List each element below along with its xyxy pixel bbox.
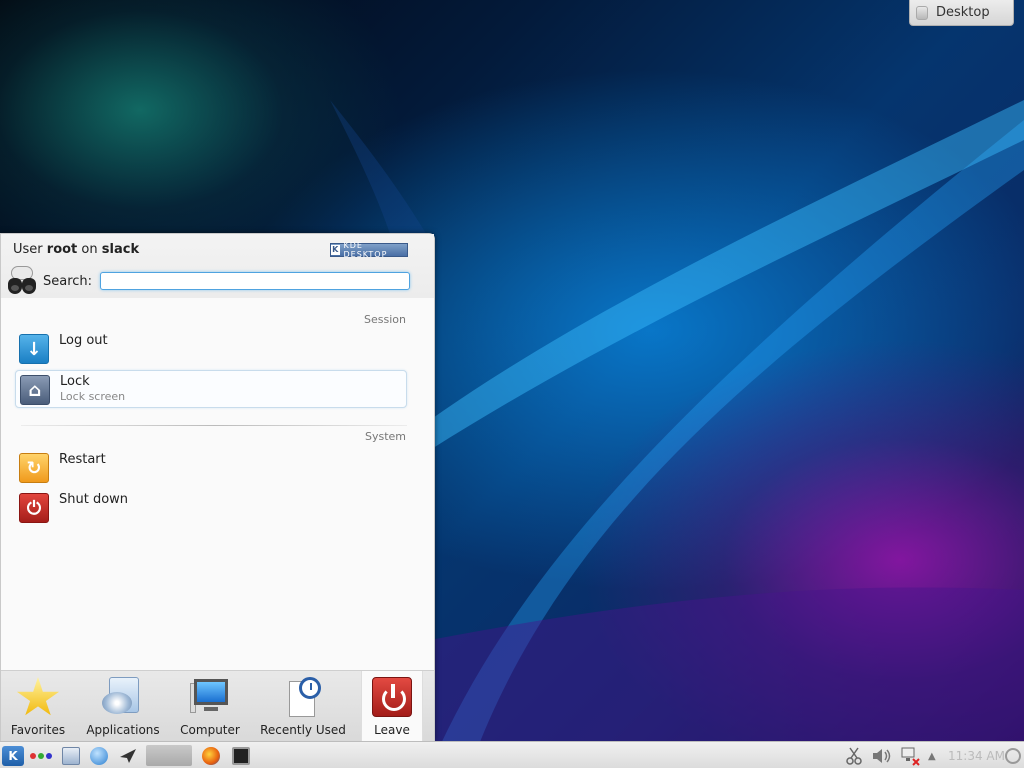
section-divider [21,425,407,426]
binoculars-icon [5,264,39,298]
search-label: Search: [43,273,93,289]
restart-icon: ↻ [19,453,49,483]
kde-menu-button[interactable]: K [2,746,24,766]
restart-title: Restart [59,452,106,467]
kde-logo-icon: K [331,245,341,255]
terminal-icon[interactable] [232,747,250,765]
tab-applications[interactable]: Applications [81,671,165,743]
tab-favorites-label: Favorites [10,723,66,737]
browser-globe-icon[interactable] [90,747,108,765]
desktop-label: Desktop [936,5,990,20]
firefox-icon[interactable] [202,747,220,765]
tab-favorites[interactable]: Favorites [5,671,71,743]
lock-subtitle: Lock screen [60,390,126,403]
network-disconnected-icon[interactable] [900,746,922,766]
activities-icon[interactable] [30,746,54,766]
tab-applications-label: Applications [86,723,160,737]
lock-item[interactable]: ⌂ Lock Lock screen [15,370,407,408]
section-title-session: Session [364,313,406,326]
scissors-icon[interactable] [846,746,862,766]
shutdown-title: Shut down [59,492,129,507]
send-icon[interactable] [119,748,137,764]
desktop-icon [916,5,928,20]
recent-documents-icon [281,677,325,719]
search-input[interactable] [100,272,411,290]
file-manager-icon[interactable] [62,747,80,765]
search-row: Search: [5,264,430,298]
tray-expand-arrow-icon[interactable]: ▲ [928,746,936,766]
panel-toolbox-icon[interactable] [1004,746,1022,766]
host-name: slack [101,242,140,257]
leave-panel: Session ↓ Log out ⌂ Lock Lock screen Sys… [1,298,434,670]
section-title-system: System [364,430,406,443]
kde-badge-text: KDE DESKTOP [343,241,388,259]
shutdown-icon: ⏻ [19,493,49,523]
kde-logo-badge: K KDE DESKTOP [330,241,408,259]
application-launcher: User root on slack K KDE DESKTOP Search:… [0,233,435,743]
lock-icon: ⌂ [20,375,50,405]
tab-computer-label: Computer [180,723,240,737]
tab-recently-used[interactable]: Recently Used [255,671,351,743]
tab-computer[interactable]: Computer [175,671,245,743]
user-prefix: User [13,242,43,257]
desktop-toolbox-button[interactable]: Desktop [909,0,1014,26]
launcher-tab-bar: Favorites Applications Computer Recently… [1,670,434,743]
applications-icon [101,677,145,719]
tab-leave[interactable]: Leave [361,671,423,743]
clock[interactable]: 11:34 AM [948,746,1005,766]
user-name: root [46,242,78,257]
volume-icon[interactable] [871,746,893,766]
lock-title: Lock [60,374,90,389]
restart-item[interactable]: ↻ Restart [15,449,407,487]
user-mid: on [81,242,98,257]
virtual-desktop-pager[interactable] [146,745,192,766]
tab-leave-label: Leave [374,723,410,737]
launcher-header: User root on slack K KDE DESKTOP Search: [1,234,434,298]
shutdown-item[interactable]: ⏻ Shut down [15,489,407,527]
logout-title: Log out [59,333,108,348]
logout-item[interactable]: ↓ Log out [15,330,407,368]
computer-icon [188,677,232,719]
user-info: User root on slack [13,242,139,257]
panel-taskbar: K ▲ 11:34 AM [0,741,1024,768]
power-icon [370,677,414,719]
logout-icon: ↓ [19,334,49,364]
star-icon [16,677,60,719]
tab-recently-used-label: Recently Used [260,723,346,737]
